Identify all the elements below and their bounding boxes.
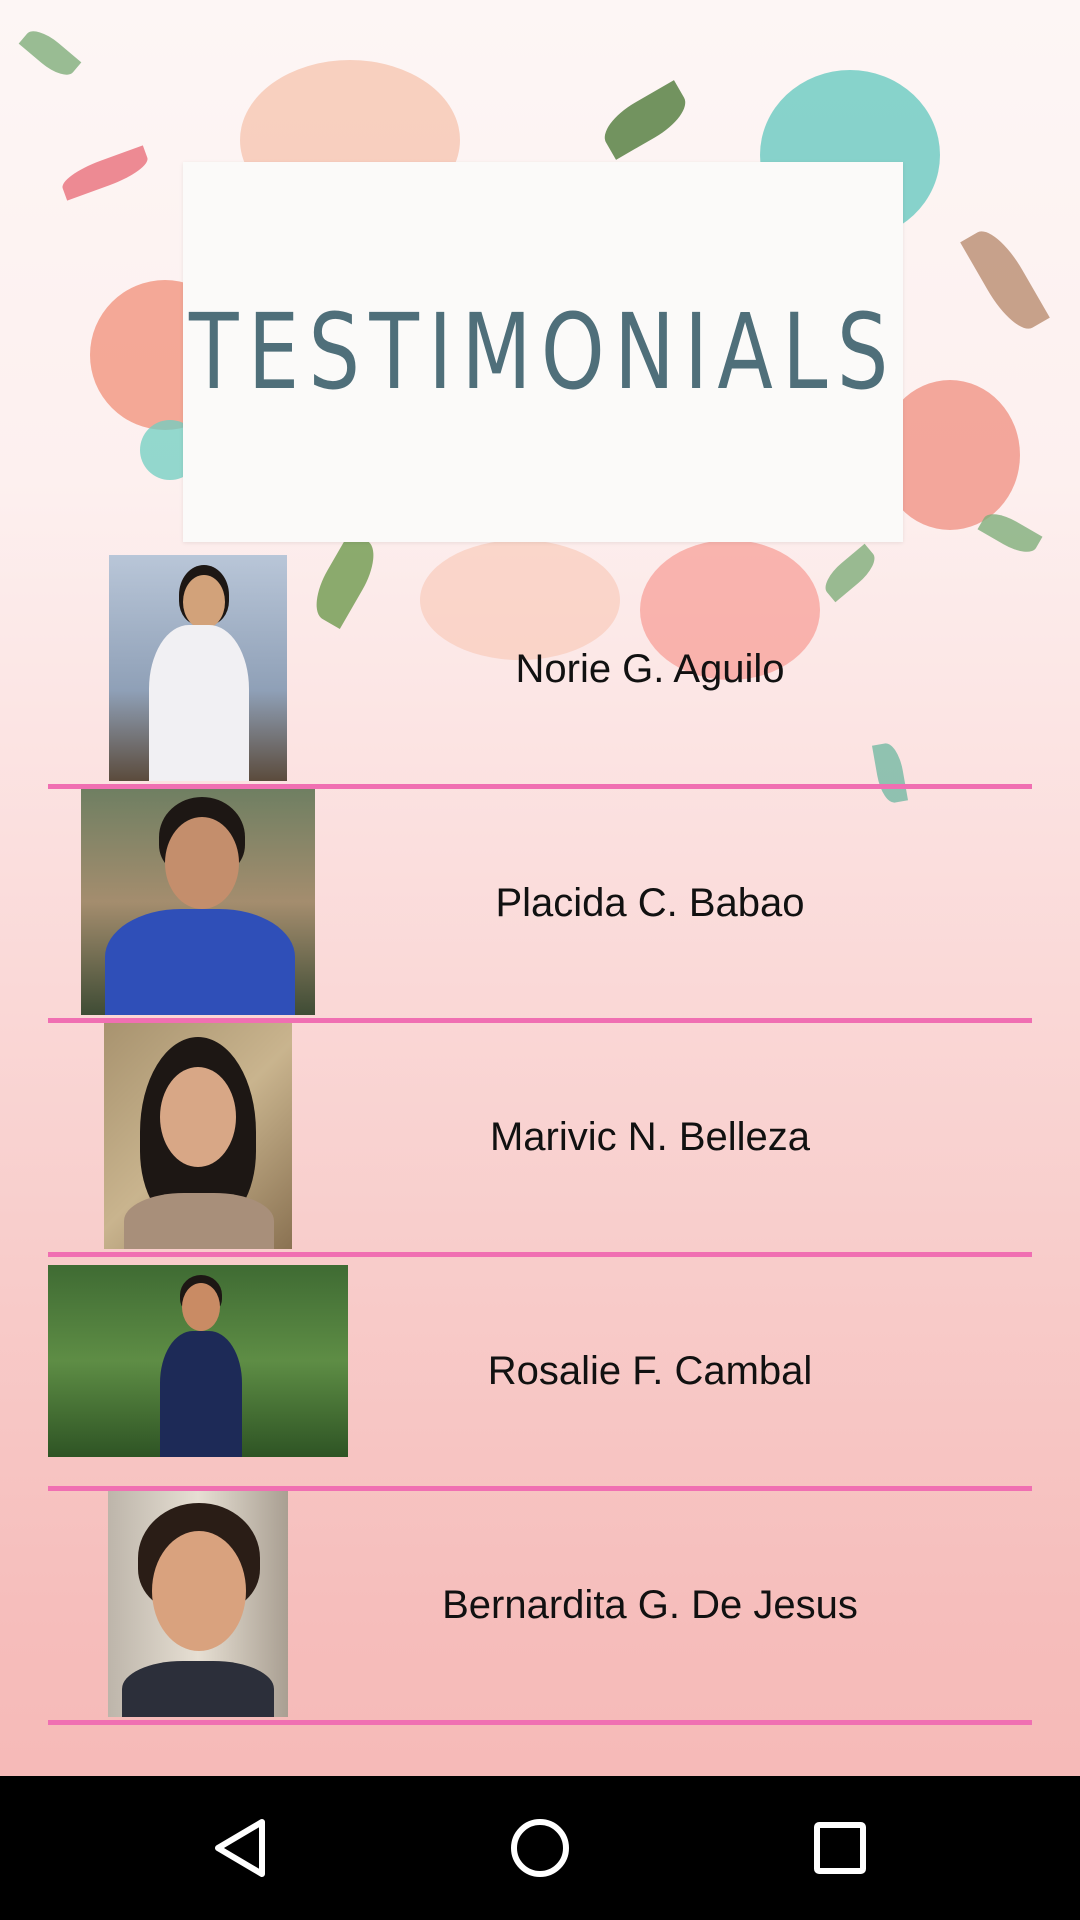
back-triangle-icon: [215, 1819, 265, 1877]
leaf-decoration: [977, 506, 1043, 560]
avatar: [109, 555, 287, 781]
testimonial-name: Norie G. Aguilo: [515, 647, 785, 691]
avatar: [104, 1023, 292, 1249]
photo-container: [48, 1257, 348, 1483]
list-item[interactable]: Placida C. Babao: [48, 789, 1032, 1023]
leaf-decoration: [596, 80, 694, 160]
back-button[interactable]: [204, 1812, 276, 1884]
testimonial-list: Norie G. Aguilo Placida C. Babao Marivic…: [48, 555, 1032, 1725]
home-circle-icon: [511, 1819, 569, 1877]
list-item[interactable]: Bernardita G. De Jesus: [48, 1491, 1032, 1725]
photo-container: [48, 789, 348, 1015]
header-card: TESTIMONIALS: [183, 162, 903, 542]
avatar: [81, 789, 315, 1015]
avatar: [108, 1491, 288, 1717]
list-item[interactable]: Rosalie F. Cambal: [48, 1257, 1032, 1491]
leaf-decoration: [58, 145, 152, 201]
screen: TESTIMONIALS Norie G. Aguilo Placida C. …: [0, 0, 1080, 1920]
testimonial-name: Placida C. Babao: [495, 881, 805, 925]
photo-container: [48, 1023, 348, 1249]
list-item[interactable]: Norie G. Aguilo: [48, 555, 1032, 789]
photo-container: [48, 555, 348, 781]
avatar: [48, 1265, 348, 1457]
leaf-decoration: [960, 222, 1050, 338]
leaf-decoration: [18, 23, 82, 83]
home-button[interactable]: [504, 1812, 576, 1884]
testimonial-name: Marivic N. Belleza: [489, 1115, 811, 1159]
list-item[interactable]: Marivic N. Belleza: [48, 1023, 1032, 1257]
navigation-bar: [0, 1776, 1080, 1920]
testimonial-name: Bernardita G. De Jesus: [442, 1583, 858, 1627]
photo-container: [48, 1491, 348, 1717]
page-title: TESTIMONIALS: [188, 291, 898, 413]
recents-button[interactable]: [804, 1812, 876, 1884]
recents-square-icon: [814, 1822, 866, 1874]
testimonial-name: Rosalie F. Cambal: [487, 1349, 813, 1393]
